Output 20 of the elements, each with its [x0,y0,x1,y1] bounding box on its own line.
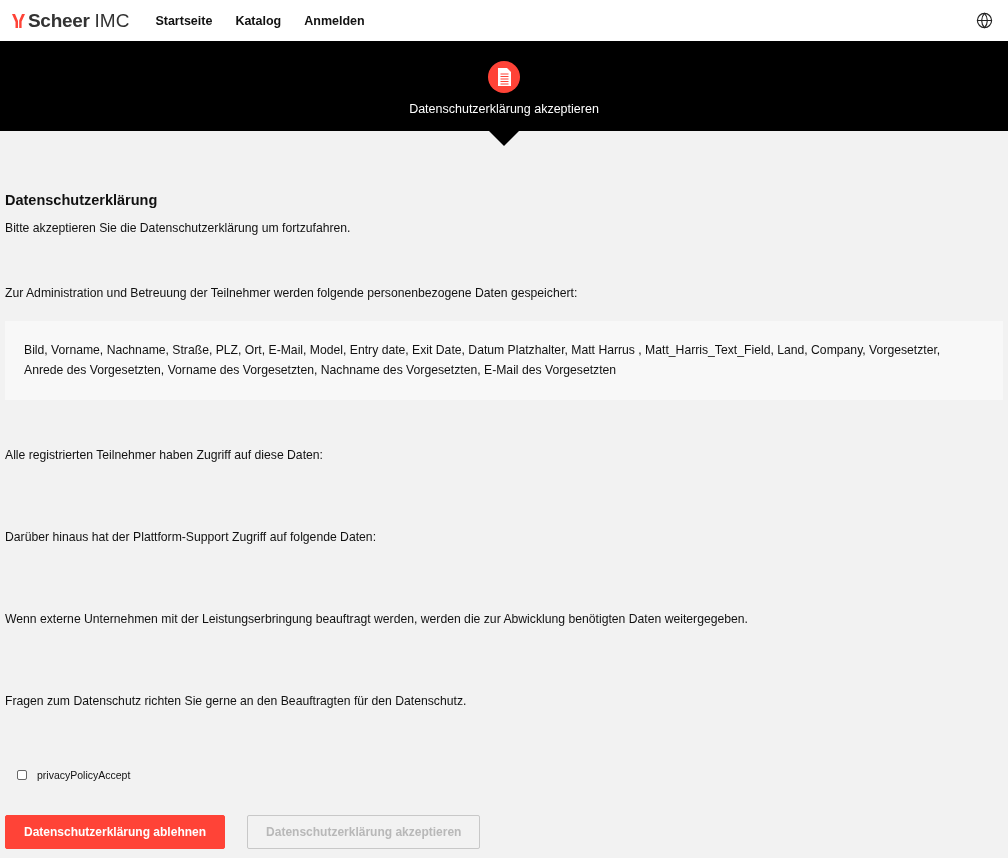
policy-paragraph: Fragen zum Datenschutz richten Sie gerne an den Beauftragten für den Datenschutz. [5,693,467,709]
data-fields-text: Bild, Vorname, Nachname, Straße, PLZ, Ort, E-Mail, Model, Entry date, Exit Date, Datum Platzhalter, Matt Harrus , Matt_Harris_Text_Field, Land, Company, Vorgesetzter, Anrede des Vorgesetzten, Vorname des Vorgesetzten, Nachname des Vorgesetzten, E-Mail des Vorgesetzten [24,342,942,379]
document-icon [488,61,520,93]
consent-checkbox[interactable] [17,770,27,780]
brand-name: Scheer [28,9,90,32]
language-button[interactable] [976,12,993,29]
step-label: Datenschutzerklärung akzeptieren [409,102,599,116]
brand-suffix: IMC [94,9,130,32]
data-intro-text: Zur Administration und Betreuung der Teilnehmer werden folgende personenbezogene Daten gespeichert: [5,285,578,301]
nav-link[interactable]: Katalog [235,13,282,28]
nav-link[interactable]: Anmelden [304,13,365,28]
globe-icon [976,12,993,29]
intro-text: Bitte akzeptieren Sie die Datenschutzerklärung um fortzufahren. [5,220,351,236]
policy-paragraph: Alle registrierten Teilnehmer haben Zugriff auf diese Daten: [5,447,323,463]
policy-paragraph: Darüber hinaus hat der Plattform-Support Zugriff auf folgende Daten: [5,529,377,545]
consent-label: privacyPolicyAccept [37,769,131,781]
nav-link[interactable]: Startseite [155,13,213,28]
section-title: Datenschutzerklärung [5,192,158,208]
logo-icon [12,13,25,28]
policy-paragraph: Wenn externe Unternehmen mit der Leistungserbringung beauftragt werden, werden die zur Abwicklung benötigten Daten weitergegeben. [5,611,748,627]
